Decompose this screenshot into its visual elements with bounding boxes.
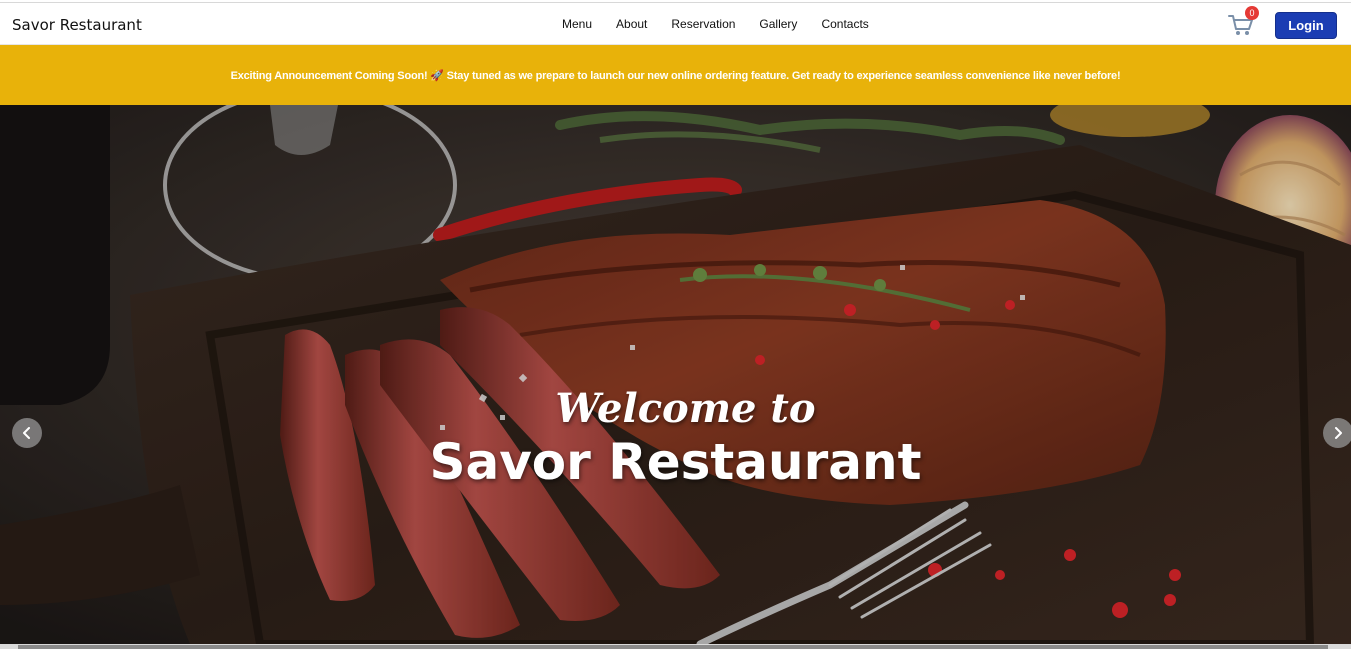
nav-link-about[interactable]: About — [616, 17, 647, 31]
nav-link-contacts[interactable]: Contacts — [821, 17, 868, 31]
hero-welcome-text: Welcome to — [555, 385, 816, 432]
carousel-next-button[interactable] — [1323, 418, 1351, 448]
hero-carousel: Welcome to Savor Restaurant — [0, 105, 1351, 644]
announcement-text: Exciting Announcement Coming Soon! 🚀 Sta… — [230, 69, 1121, 82]
cart-count-badge: 0 — [1245, 6, 1259, 20]
nav-link-menu[interactable]: Menu — [562, 17, 592, 31]
nav-link-gallery[interactable]: Gallery — [759, 17, 797, 31]
horizontal-scrollbar[interactable] — [0, 644, 1351, 649]
hero-title: Savor Restaurant — [429, 433, 922, 491]
cart-button[interactable]: 0 — [1228, 6, 1259, 37]
chevron-right-icon — [1335, 427, 1342, 439]
brand-logo[interactable]: Savor Restaurant — [12, 16, 142, 34]
navbar: Savor Restaurant Menu About Reservation … — [0, 2, 1351, 45]
scrollbar-thumb[interactable] — [18, 645, 1328, 649]
carousel-prev-button[interactable] — [12, 418, 42, 448]
chevron-left-icon — [23, 427, 30, 439]
login-button[interactable]: Login — [1275, 12, 1337, 39]
hero-image — [0, 105, 1351, 644]
nav-links: Menu About Reservation Gallery Contacts — [562, 17, 893, 31]
announcement-banner: Exciting Announcement Coming Soon! 🚀 Sta… — [0, 45, 1351, 105]
nav-link-reservation[interactable]: Reservation — [671, 17, 735, 31]
